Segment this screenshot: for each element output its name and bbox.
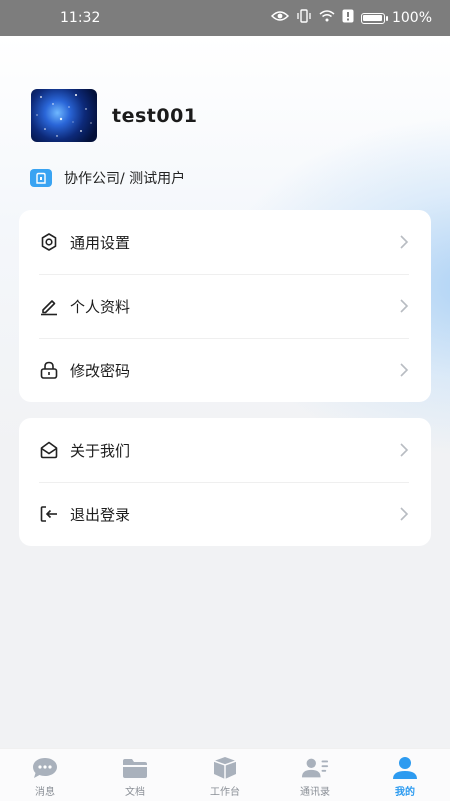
alert-icon [342, 9, 354, 27]
about-card: 关于我们 退出登录 [19, 418, 431, 546]
chevron-right-icon [400, 235, 409, 249]
menu-general-settings[interactable]: 通用设置 [19, 210, 431, 274]
vibrate-icon [296, 9, 312, 27]
tab-contacts[interactable]: 通讯录 [270, 749, 360, 801]
menu-label: 退出登录 [70, 505, 131, 524]
tab-label: 通讯录 [300, 787, 330, 798]
tab-documents[interactable]: 文档 [90, 749, 180, 801]
tab-mine[interactable]: 我的 [360, 749, 450, 801]
user-icon [391, 755, 419, 781]
avatar[interactable] [31, 89, 97, 142]
tab-workbench[interactable]: 工作台 [180, 749, 270, 801]
pencil-icon [39, 296, 59, 316]
tab-label: 文档 [125, 787, 145, 798]
folder-icon [121, 755, 149, 781]
chevron-right-icon [400, 299, 409, 313]
gear-icon [39, 232, 59, 252]
settings-card: 通用设置 个人资料 修改密码 [19, 210, 431, 402]
username: test001 [112, 104, 198, 127]
menu-change-password[interactable]: 修改密码 [19, 338, 431, 402]
tab-label: 我的 [395, 787, 415, 798]
logout-icon [39, 504, 59, 524]
menu-label: 通用设置 [70, 233, 131, 252]
battery-icon [360, 12, 388, 24]
menu-label: 个人资料 [70, 297, 131, 316]
tab-label: 工作台 [210, 787, 240, 798]
chevron-right-icon [400, 443, 409, 457]
profile-header[interactable]: test001 [31, 89, 198, 142]
eye-icon [270, 10, 290, 26]
battery-percent: 100% [391, 10, 432, 26]
building-icon [30, 169, 52, 187]
contacts-icon [301, 755, 329, 781]
chat-icon [31, 755, 59, 781]
company-name: 协作公司/ 测试用户 [64, 171, 186, 187]
menu-about-us[interactable]: 关于我们 [19, 418, 431, 482]
box-icon [211, 755, 239, 781]
chevron-right-icon [400, 507, 409, 521]
bottom-tab-bar: 消息 文档 工作台 通讯录 我的 [0, 748, 450, 801]
tab-messages[interactable]: 消息 [0, 749, 90, 801]
menu-label: 修改密码 [70, 361, 131, 380]
mail-open-icon [39, 440, 59, 460]
wifi-icon [319, 10, 335, 26]
tab-label: 消息 [35, 787, 55, 798]
lock-icon [39, 360, 59, 380]
menu-label: 关于我们 [70, 441, 131, 460]
company-info: 协作公司/ 测试用户 [30, 168, 185, 188]
menu-logout[interactable]: 退出登录 [19, 482, 431, 546]
chevron-right-icon [400, 363, 409, 377]
status-bar: 11:32 100% [0, 0, 450, 36]
status-time: 11:32 [60, 10, 101, 26]
menu-profile[interactable]: 个人资料 [19, 274, 431, 338]
